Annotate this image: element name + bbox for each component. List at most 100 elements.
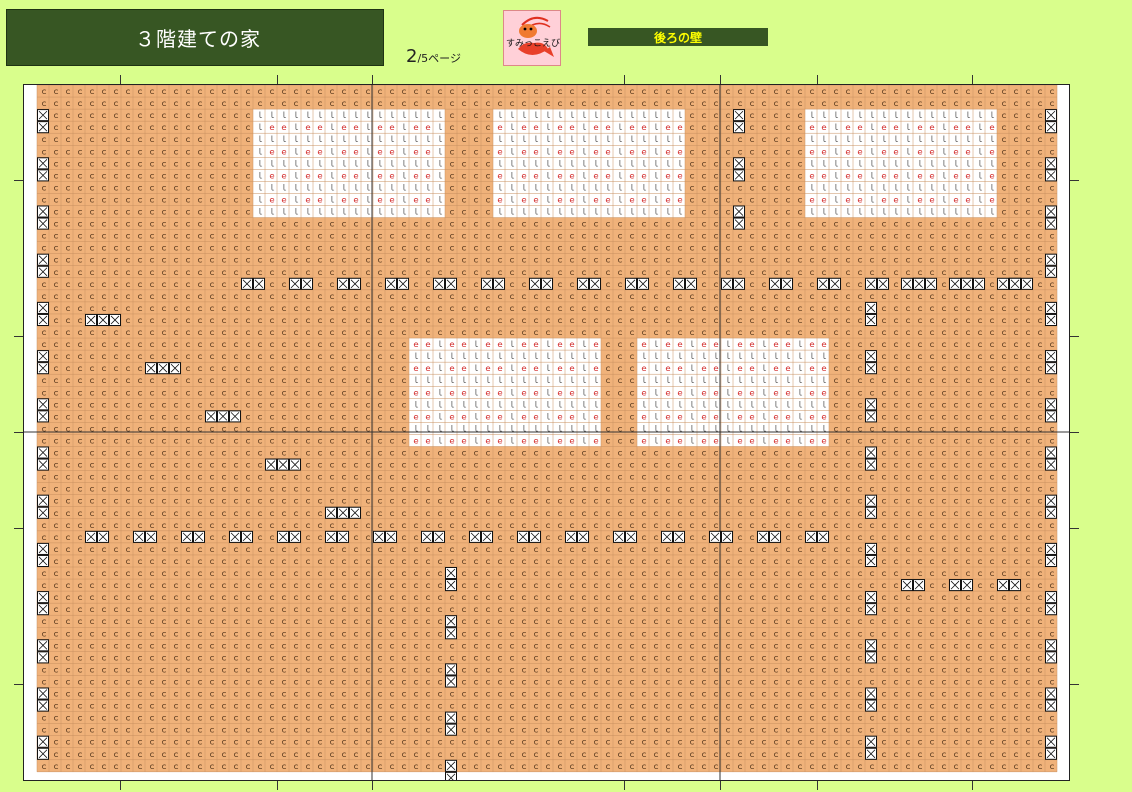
svg-text:ｃ: ｃ — [1036, 412, 1044, 421]
svg-text:ｌ: ｌ — [868, 111, 876, 120]
svg-text:ｃ: ｃ — [352, 304, 360, 313]
svg-text:ｅ: ｅ — [304, 171, 312, 180]
svg-text:ｃ: ｃ — [772, 135, 780, 144]
svg-text:ｃ: ｃ — [220, 521, 228, 530]
svg-text:ｌ: ｌ — [460, 352, 468, 361]
svg-text:ｃ: ｃ — [1012, 352, 1020, 361]
svg-text:ｃ: ｃ — [424, 280, 432, 289]
svg-text:ｃ: ｃ — [772, 497, 780, 506]
svg-text:ｃ: ｃ — [928, 244, 936, 253]
svg-text:ｃ: ｃ — [604, 473, 612, 482]
svg-text:ｃ: ｃ — [892, 629, 900, 638]
svg-text:ｅ: ｅ — [952, 147, 960, 156]
svg-text:ｃ: ｃ — [196, 220, 204, 229]
svg-text:ｃ: ｃ — [616, 461, 624, 470]
svg-text:ｃ: ｃ — [448, 232, 456, 241]
svg-text:ｃ: ｃ — [904, 388, 912, 397]
svg-text:ｃ: ｃ — [628, 400, 636, 409]
svg-text:ｃ: ｃ — [208, 244, 216, 253]
svg-text:ｃ: ｃ — [676, 220, 684, 229]
svg-text:ｌ: ｌ — [916, 111, 924, 120]
svg-text:ｃ: ｃ — [160, 581, 168, 590]
svg-text:ｃ: ｃ — [112, 605, 120, 614]
svg-text:ｃ: ｃ — [436, 702, 444, 711]
svg-text:ｃ: ｃ — [544, 232, 552, 241]
svg-text:ｃ: ｃ — [616, 99, 624, 108]
svg-text:ｅ: ｅ — [496, 340, 504, 349]
svg-text:ｃ: ｃ — [292, 436, 300, 445]
svg-text:ｃ: ｃ — [376, 485, 384, 494]
svg-text:ｃ: ｃ — [340, 677, 348, 686]
svg-text:ｃ: ｃ — [124, 509, 132, 518]
svg-text:ｃ: ｃ — [244, 593, 252, 602]
svg-text:ｃ: ｃ — [868, 99, 876, 108]
svg-text:ｃ: ｃ — [700, 280, 708, 289]
svg-text:ｃ: ｃ — [628, 352, 636, 361]
svg-text:ｃ: ｃ — [328, 581, 336, 590]
svg-text:ｃ: ｃ — [568, 449, 576, 458]
svg-text:ｃ: ｃ — [412, 268, 420, 277]
svg-text:ｅ: ｅ — [784, 364, 792, 373]
svg-text:ｃ: ｃ — [688, 244, 696, 253]
svg-text:ｃ: ｃ — [928, 436, 936, 445]
svg-text:ｃ: ｃ — [136, 714, 144, 723]
svg-text:ｃ: ｃ — [280, 220, 288, 229]
svg-text:ｃ: ｃ — [388, 412, 396, 421]
svg-text:ｃ: ｃ — [184, 220, 192, 229]
svg-text:ｃ: ｃ — [484, 195, 492, 204]
svg-text:ｃ: ｃ — [484, 111, 492, 120]
svg-text:ｃ: ｃ — [1012, 677, 1020, 686]
svg-text:ｃ: ｃ — [772, 593, 780, 602]
svg-text:ｃ: ｃ — [592, 605, 600, 614]
section-label: 後ろの壁 — [588, 28, 768, 46]
svg-text:ｃ: ｃ — [364, 545, 372, 554]
svg-text:ｃ: ｃ — [604, 509, 612, 518]
svg-text:ｃ: ｃ — [664, 244, 672, 253]
svg-text:ｅ: ｅ — [592, 340, 600, 349]
tick-top-1 — [120, 75, 121, 84]
svg-text:ｃ: ｃ — [556, 328, 564, 337]
svg-text:ｅ: ｅ — [880, 171, 888, 180]
svg-text:ｃ: ｃ — [868, 87, 876, 96]
svg-text:ｅ: ｅ — [532, 388, 540, 397]
svg-text:ｃ: ｃ — [112, 412, 120, 421]
svg-text:ｃ: ｃ — [100, 123, 108, 132]
svg-text:ｃ: ｃ — [280, 485, 288, 494]
svg-text:ｃ: ｃ — [1000, 449, 1008, 458]
svg-text:ｃ: ｃ — [832, 509, 840, 518]
svg-text:ｃ: ｃ — [772, 195, 780, 204]
svg-text:ｃ: ｃ — [604, 352, 612, 361]
svg-text:ｃ: ｃ — [568, 99, 576, 108]
svg-text:ｅ: ｅ — [484, 436, 492, 445]
svg-text:ｃ: ｃ — [100, 304, 108, 313]
svg-text:ｃ: ｃ — [784, 99, 792, 108]
svg-text:ｃ: ｃ — [388, 352, 396, 361]
svg-text:ｌ: ｌ — [748, 352, 756, 361]
svg-text:ｃ: ｃ — [256, 641, 264, 650]
svg-text:ｃ: ｃ — [856, 340, 864, 349]
svg-text:ｃ: ｃ — [172, 533, 180, 542]
svg-text:ｃ: ｃ — [1036, 617, 1044, 626]
svg-text:ｃ: ｃ — [148, 99, 156, 108]
svg-text:ｃ: ｃ — [1024, 364, 1032, 373]
svg-text:ｃ: ｃ — [712, 87, 720, 96]
svg-text:ｃ: ｃ — [376, 702, 384, 711]
svg-text:ｃ: ｃ — [892, 581, 900, 590]
svg-text:ｃ: ｃ — [220, 436, 228, 445]
svg-text:ｃ: ｃ — [424, 521, 432, 530]
svg-text:ｌ: ｌ — [724, 436, 732, 445]
svg-text:ｃ: ｃ — [988, 629, 996, 638]
svg-text:ｃ: ｃ — [424, 449, 432, 458]
svg-text:ｃ: ｃ — [736, 690, 744, 699]
svg-text:ｃ: ｃ — [532, 256, 540, 265]
svg-text:ｃ: ｃ — [52, 629, 60, 638]
svg-text:ｃ: ｃ — [712, 292, 720, 301]
svg-text:ｃ: ｃ — [988, 388, 996, 397]
svg-text:ｃ: ｃ — [856, 412, 864, 421]
svg-text:ｃ: ｃ — [760, 677, 768, 686]
svg-text:ｌ: ｌ — [940, 171, 948, 180]
svg-text:ｃ: ｃ — [376, 388, 384, 397]
svg-text:ｃ: ｃ — [148, 171, 156, 180]
svg-text:ｃ: ｃ — [724, 461, 732, 470]
svg-text:ｃ: ｃ — [352, 629, 360, 638]
